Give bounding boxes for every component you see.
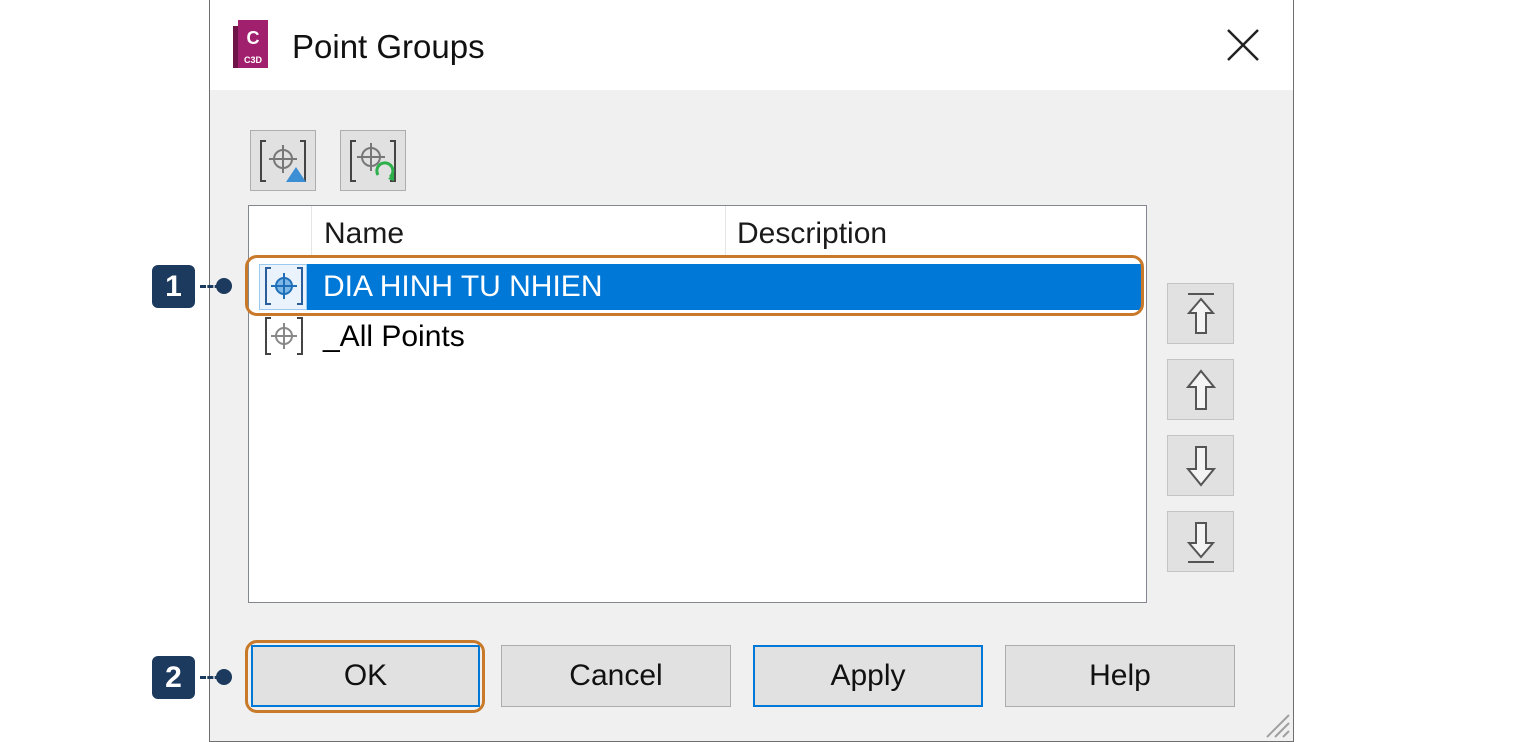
move-to-top-button[interactable]: [1167, 283, 1234, 344]
column-separator[interactable]: [725, 206, 726, 256]
move-to-top-icon: [1186, 292, 1215, 334]
callout-highlight-selected-row: [245, 255, 1144, 316]
civil3d-app-icon: C C3D: [233, 20, 268, 68]
dialog-title: Point Groups: [292, 28, 485, 65]
svg-text:C3D: C3D: [244, 55, 263, 65]
list-item-all-points[interactable]: _All Points: [249, 311, 1146, 361]
column-separator[interactable]: [311, 206, 312, 256]
cancel-button[interactable]: Cancel: [501, 645, 731, 707]
move-to-bottom-button[interactable]: [1167, 511, 1234, 572]
close-button[interactable]: [1220, 22, 1266, 68]
apply-button[interactable]: Apply: [753, 645, 983, 707]
resize-grip-icon[interactable]: [1261, 709, 1291, 739]
callout-highlight-ok-button: [245, 640, 485, 713]
list-header: Name Description: [249, 206, 1146, 256]
callout-badge-1: 1: [152, 265, 195, 308]
close-icon: [1227, 29, 1259, 61]
move-down-icon: [1185, 445, 1216, 487]
callout-dot: [216, 669, 232, 685]
callout-dot: [216, 278, 232, 294]
point-group-icon: [265, 317, 303, 355]
callout-badge-2: 2: [152, 656, 195, 699]
point-group-properties-button[interactable]: [250, 130, 316, 191]
move-up-button[interactable]: [1167, 359, 1234, 420]
update-point-groups-icon: [350, 139, 396, 182]
update-point-groups-button[interactable]: [340, 130, 406, 191]
column-header-description[interactable]: Description: [737, 217, 887, 251]
svg-text:C: C: [247, 28, 260, 48]
move-down-button[interactable]: [1167, 435, 1234, 496]
point-group-properties-icon: [260, 139, 306, 182]
help-button[interactable]: Help: [1005, 645, 1235, 707]
move-to-bottom-icon: [1186, 521, 1215, 563]
column-header-name[interactable]: Name: [324, 217, 404, 251]
title-bar: C C3D Point Groups: [210, 0, 1293, 90]
point-groups-dialog: C C3D Point Groups Name Description DIA …: [209, 0, 1294, 742]
list-item-label: _All Points: [323, 320, 465, 353]
move-up-icon: [1185, 368, 1216, 410]
